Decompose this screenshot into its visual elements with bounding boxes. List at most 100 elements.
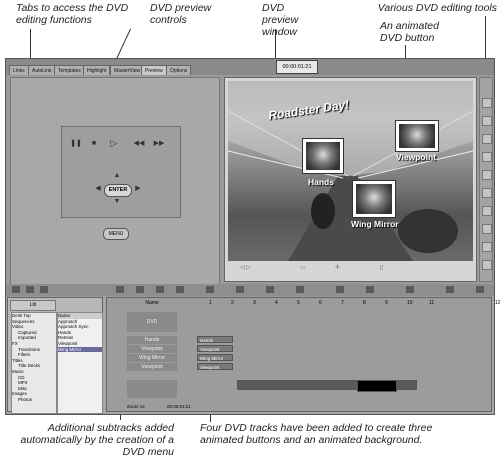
tab-masterview[interactable]: MasterView [110, 65, 145, 75]
list-item[interactable]: Wing Mirror [58, 346, 102, 353]
tool-icon[interactable] [176, 286, 184, 293]
tool-icon[interactable] [236, 286, 244, 293]
tool-icon[interactable] [136, 286, 144, 293]
timeline-track [127, 380, 491, 398]
tool-icon[interactable] [482, 134, 492, 144]
bridge-scene [228, 81, 473, 261]
timeline-name-header: Name [145, 300, 159, 306]
tool-icon[interactable] [482, 242, 492, 252]
dvd-button-hands[interactable] [303, 139, 343, 173]
tab-preview[interactable]: Preview [141, 65, 167, 75]
stop-icon[interactable]: ■ [88, 139, 100, 149]
track-name[interactable]: Wing Mirror [127, 354, 177, 362]
track-name[interactable]: Viewpoint [127, 345, 177, 353]
tool-icon[interactable] [40, 286, 48, 293]
preview-image: Roadster Day! Hands Viewpoint Wing Mirro… [228, 81, 473, 261]
track-name[interactable] [127, 380, 177, 398]
tab-autolink[interactable]: AutoLink [28, 65, 56, 75]
dvd-button-wing-mirror[interactable] [353, 181, 395, 217]
ruler-label: 5 [297, 300, 300, 306]
callout-subtracks: Additional subtracks added automatically… [20, 422, 174, 458]
preview-toolbar: ◁ ▷ ▭ ✛ ▯ [240, 265, 384, 271]
dvd-button-viewpoint-label[interactable]: Viewpoint [396, 152, 436, 162]
dvd-button-wing-mirror-label[interactable]: Wing Mirror [351, 219, 399, 229]
tool-icon[interactable] [482, 98, 492, 108]
tool-icon[interactable] [482, 224, 492, 234]
zoom-level[interactable]: Zoom 14 [127, 404, 145, 409]
callout-four-tracks: Four DVD tracks have been added to creat… [200, 422, 433, 446]
previous-icon[interactable]: ◀◀ [132, 139, 146, 149]
timeline-clip[interactable]: Hands [197, 336, 233, 343]
ruler-label: 9 [385, 300, 388, 306]
ruler-label: 4 [275, 300, 278, 306]
up-arrow-icon[interactable]: ▲ [111, 171, 123, 181]
tool-icon[interactable] [482, 116, 492, 126]
tool-icon[interactable] [476, 286, 484, 293]
library-tab[interactable]: Lib [10, 300, 56, 311]
ruler-label: 11 [429, 300, 435, 306]
pause-icon[interactable]: ❚❚ [70, 139, 82, 149]
tool-icon[interactable] [482, 152, 492, 162]
track-name[interactable]: Viewpoint [127, 363, 177, 371]
tool-icon[interactable] [116, 286, 124, 293]
tool-icon[interactable] [156, 286, 164, 293]
ruler-label: 10 [407, 300, 413, 306]
tool-icon[interactable] [206, 286, 214, 293]
dvd-button-hands-label[interactable]: Hands [308, 177, 334, 187]
menu-button[interactable]: MENU [103, 228, 129, 240]
timeline-clip[interactable]: Viewpoint [197, 363, 233, 370]
callout-preview-window: DVD preview window [262, 2, 299, 38]
tool-icon[interactable] [266, 286, 274, 293]
dvd-preview-window: Roadster Day! Hands Viewpoint Wing Mirro… [224, 77, 477, 282]
tool-icon[interactable] [482, 206, 492, 216]
track-name[interactable]: DVD [127, 312, 177, 332]
timecode-display[interactable]: 00:00:01:21 [276, 60, 318, 74]
timeline-track: Viewpoint Viewpoint [127, 345, 491, 353]
tab-bar: Links AutoLink Templates Highlight Maste… [6, 59, 494, 75]
track-name[interactable]: Hands [127, 336, 177, 344]
bottom-panel: Lib Desk Top Sequences Video Captured Im… [6, 297, 500, 414]
enter-button[interactable]: ENTER [104, 184, 132, 197]
library-list: Name Approach Approach Sync Hands Retrea… [57, 312, 103, 414]
tab-options[interactable]: Options [166, 65, 192, 75]
ruler-label: 2 [231, 300, 234, 306]
callout-animated-button: An animated DVD button [380, 20, 439, 44]
tool-icon[interactable] [406, 286, 414, 293]
tool-icon[interactable] [366, 286, 374, 293]
tool-icon[interactable] [296, 286, 304, 293]
tree-item[interactable]: Photos [12, 397, 56, 403]
ruler-label: 6 [319, 300, 322, 306]
timeline-track: Wing Mirror Wing Mirror [127, 354, 491, 362]
tool-icon[interactable] [482, 170, 492, 180]
callout-editing-tools: Various DVD editing tools [377, 2, 497, 14]
timeline-clip[interactable]: Viewpoint [197, 345, 233, 352]
play-icon[interactable]: ▷ [108, 138, 120, 148]
left-arrow-icon[interactable]: ◀ [92, 184, 104, 194]
tool-icon[interactable] [26, 286, 34, 293]
preview-controls-panel: ❚❚ ■ ▷ ◀◀ ▶▶ ▲ ◀ ENTER ▶ ▼ MENU [10, 77, 220, 285]
dvd-button-viewpoint[interactable] [396, 121, 438, 151]
ruler-label: 8 [363, 300, 366, 306]
ruler-label: 12 [495, 300, 500, 306]
timeline-track: Viewpoint Viewpoint [127, 363, 491, 371]
down-arrow-icon[interactable]: ▼ [111, 197, 123, 207]
timeline-clip[interactable] [357, 380, 397, 392]
timeline-timecode[interactable]: 00:00:01:21 [167, 404, 191, 409]
tab-links[interactable]: Links [9, 65, 29, 75]
next-icon[interactable]: ▶▶ [152, 139, 166, 149]
tool-icon[interactable] [482, 188, 492, 198]
app-window: Links AutoLink Templates Highlight Maste… [5, 58, 500, 415]
ruler-label: 3 [253, 300, 256, 306]
tool-icon[interactable] [446, 286, 454, 293]
tab-highlight[interactable]: Highlight [83, 65, 111, 75]
tool-icon[interactable] [12, 286, 20, 293]
timeline-clip[interactable]: Wing Mirror [197, 354, 233, 361]
timeline-panel: Name 1 2 3 4 5 6 7 8 9 10 11 12 DVD Hand… [106, 297, 500, 412]
tool-icon[interactable] [482, 260, 492, 270]
tool-icon[interactable] [336, 286, 344, 293]
tab-templates[interactable]: Templates [54, 65, 85, 75]
timeline-track: Hands Hands [127, 336, 491, 344]
timeline-ruler[interactable]: 1 2 3 4 5 6 7 8 9 10 11 12 [199, 299, 500, 307]
right-arrow-icon[interactable]: ▶ [132, 184, 144, 194]
library-tree[interactable]: Desk Top Sequences Video Captured Import… [11, 312, 57, 414]
